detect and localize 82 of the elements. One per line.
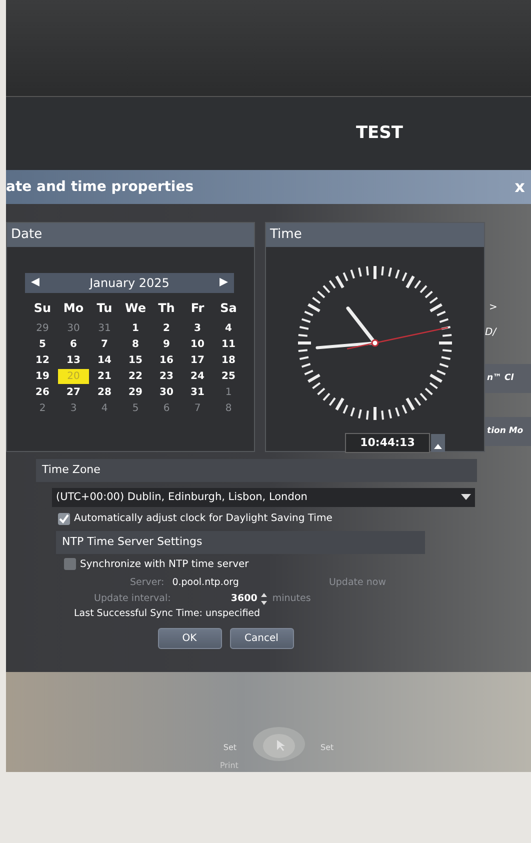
dialog-title: ate and time properties bbox=[6, 178, 194, 196]
calendar-day[interactable]: 31 bbox=[182, 384, 213, 400]
interval-field[interactable]: 3600 bbox=[230, 592, 258, 606]
weekday-label: Su bbox=[32, 300, 52, 316]
calendar-day[interactable]: 5 bbox=[27, 336, 58, 352]
calendar-day[interactable]: 7 bbox=[89, 336, 120, 352]
panel-title: Time bbox=[266, 223, 484, 246]
calendar-day[interactable]: 1 bbox=[213, 384, 244, 400]
side-button[interactable]: n™ Cl bbox=[485, 364, 531, 393]
calendar-day[interactable]: 6 bbox=[151, 400, 182, 416]
calendar-day[interactable]: 7 bbox=[182, 400, 213, 416]
calendar-day[interactable]: 6 bbox=[58, 336, 89, 352]
calendar-day[interactable]: 28 bbox=[89, 384, 120, 400]
calendar-day[interactable]: 4 bbox=[213, 320, 244, 336]
calendar-day[interactable]: 30 bbox=[58, 320, 89, 336]
calendar-day[interactable]: 11 bbox=[213, 336, 244, 352]
checkbox[interactable] bbox=[64, 558, 76, 570]
calendar-day[interactable]: 27 bbox=[58, 384, 89, 400]
weekday-label: Tu bbox=[96, 300, 114, 316]
calendar-day[interactable]: 4 bbox=[89, 400, 120, 416]
calendar-day[interactable]: 2 bbox=[151, 320, 182, 336]
checkbox[interactable] bbox=[58, 512, 70, 525]
field-label: Update interval: bbox=[94, 592, 171, 606]
calendar-day[interactable]: 3 bbox=[58, 400, 89, 416]
calendar-day[interactable]: 14 bbox=[89, 352, 120, 368]
caption: Print bbox=[220, 760, 238, 772]
calendar-day[interactable]: 31 bbox=[89, 320, 120, 336]
section-header: Time Zone bbox=[36, 459, 477, 482]
calendar-day[interactable]: 19 bbox=[27, 368, 58, 384]
calendar-day[interactable]: 12 bbox=[27, 352, 58, 368]
weekday-label: Th bbox=[157, 300, 176, 316]
checkbox-label: Synchronize with NTP time server bbox=[80, 558, 249, 572]
calendar-day[interactable]: 22 bbox=[120, 368, 151, 384]
calendar-day[interactable]: 5 bbox=[120, 400, 151, 416]
field-label: Server: bbox=[130, 576, 164, 590]
month-label: January 2025 bbox=[90, 274, 170, 292]
calendar-day[interactable]: 15 bbox=[120, 352, 151, 368]
calendar-day[interactable]: 26 bbox=[27, 384, 58, 400]
calendar-day[interactable]: 8 bbox=[213, 400, 244, 416]
weekday-label: We bbox=[124, 300, 147, 316]
calendar-day[interactable]: 18 bbox=[213, 352, 244, 368]
calendar-day[interactable]: 8 bbox=[120, 336, 151, 352]
calendar-day[interactable]: 10 bbox=[182, 336, 213, 352]
calendar-day[interactable]: 1 bbox=[120, 320, 151, 336]
calendar-day[interactable]: 24 bbox=[182, 368, 213, 384]
set-label: Set bbox=[223, 742, 236, 754]
weekday-label: Fr bbox=[190, 300, 206, 316]
calendar-day[interactable]: 17 bbox=[182, 352, 213, 368]
panel-title: Date bbox=[7, 223, 254, 246]
previous-month-button[interactable]: ◀ bbox=[31, 274, 40, 291]
section-header: NTP Time Server Settings bbox=[56, 531, 425, 554]
checkbox-label: Automatically adjust clock for Daylight Saving Time bbox=[74, 512, 332, 526]
spinner-arrows-icon bbox=[261, 593, 268, 606]
side-button[interactable]: tion Mo bbox=[485, 416, 531, 446]
spin-button[interactable] bbox=[430, 434, 445, 452]
unit-label: minutes bbox=[272, 592, 311, 606]
calendar-day[interactable]: 21 bbox=[89, 368, 120, 384]
up-arrow-icon bbox=[434, 443, 442, 450]
calendar-day[interactable]: 2 bbox=[27, 400, 58, 416]
next-month-button[interactable]: ▶ bbox=[220, 274, 228, 291]
calendar-day[interactable]: 3 bbox=[182, 320, 213, 336]
calendar-day[interactable]: 30 bbox=[151, 384, 182, 400]
arrow-glyph: > bbox=[489, 301, 498, 315]
server-field[interactable]: 0.pool.ntp.org bbox=[172, 576, 239, 590]
caret-icon bbox=[461, 494, 471, 500]
window-title: TEST bbox=[356, 122, 403, 145]
weekday-label: Mo bbox=[62, 300, 85, 316]
last-sync-text: Last Successful Sync Time: unspecified bbox=[74, 608, 260, 620]
time-field[interactable]: 10:44:13 bbox=[345, 432, 430, 453]
calendar-day[interactable]: 29 bbox=[120, 384, 151, 400]
calendar-day[interactable]: 25 bbox=[213, 368, 244, 384]
weekday-label: Sa bbox=[219, 300, 238, 316]
calendar-day[interactable]: 29 bbox=[27, 320, 58, 336]
calendar-day[interactable]: 13 bbox=[58, 352, 89, 368]
time-zone-dropdown[interactable]: (UTC+00:00) Dublin, Edinburgh, Lisbon, London bbox=[52, 488, 475, 508]
set-label: Set bbox=[320, 742, 334, 754]
side-text: D/ bbox=[485, 326, 498, 340]
calendar-day[interactable]: 9 bbox=[151, 336, 182, 352]
cancel-button[interactable]: Cancel bbox=[230, 628, 294, 648]
ok-button[interactable]: OK bbox=[158, 628, 222, 648]
calendar-day[interactable]: 16 bbox=[151, 352, 182, 368]
calendar-day[interactable]: 23 bbox=[151, 368, 182, 384]
